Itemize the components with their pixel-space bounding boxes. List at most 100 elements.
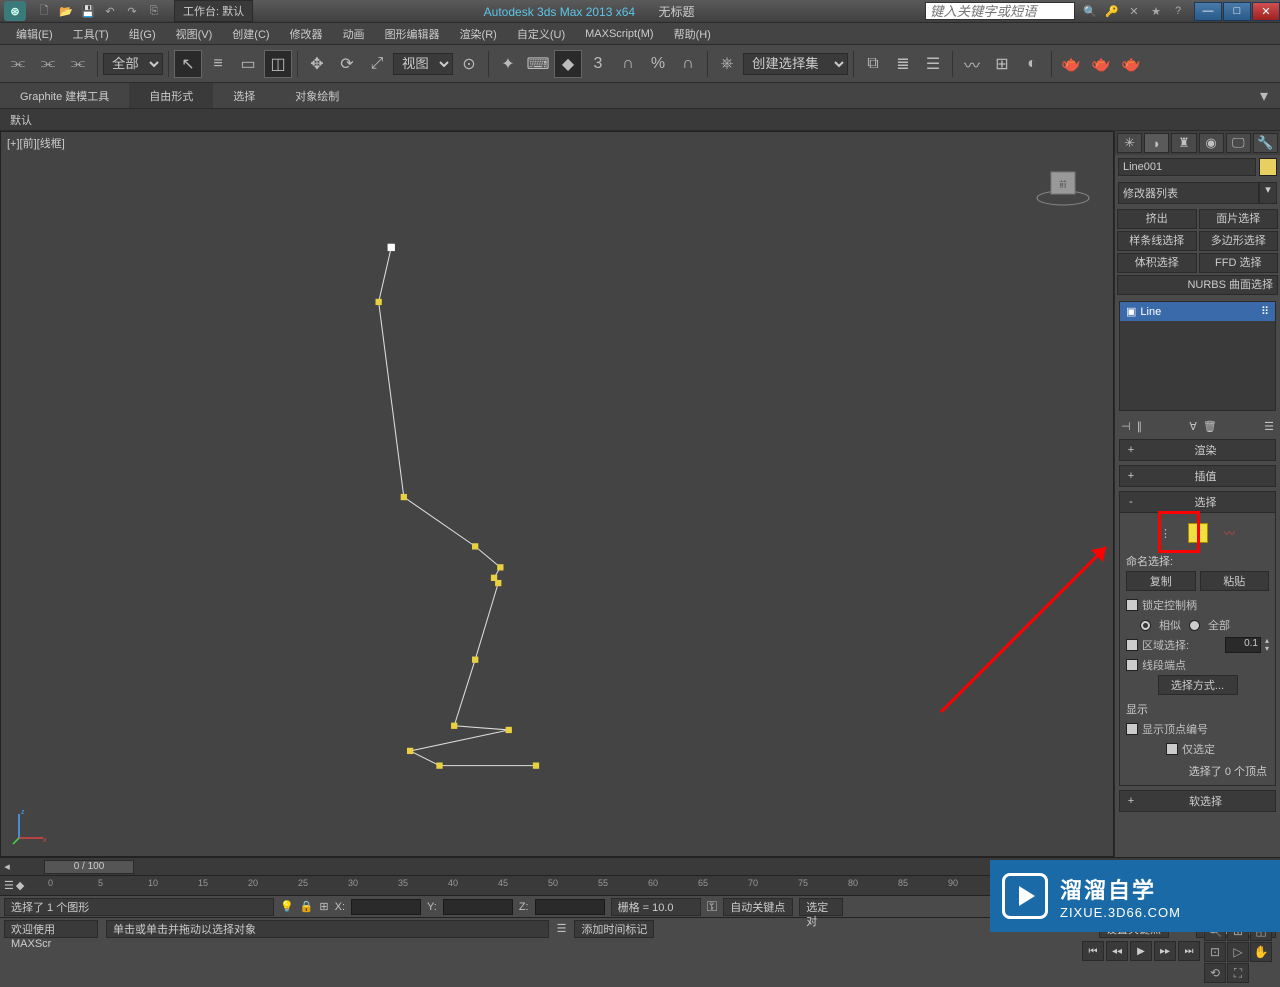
segment-subobj-icon[interactable]: ⋰ — [1188, 523, 1208, 543]
selection-filter-dropdown[interactable]: 全部 — [103, 53, 163, 75]
play-icon[interactable]: ▶ — [1130, 941, 1152, 961]
mod-patchsel[interactable]: 面片选择 — [1199, 209, 1279, 229]
curve-editor-icon[interactable]: 〰 — [958, 50, 986, 78]
rollout-header-interp[interactable]: +插值 — [1119, 465, 1276, 487]
help-icon[interactable]: ? — [1169, 3, 1187, 19]
maximize-button[interactable]: □ — [1223, 2, 1251, 21]
area-select-checkbox[interactable] — [1126, 639, 1138, 651]
pivot-icon[interactable]: ⊙ — [455, 50, 483, 78]
project-icon[interactable]: ⎘ — [144, 2, 164, 20]
rotate-icon[interactable]: ⟳ — [333, 50, 361, 78]
spinner-snap-icon[interactable]: % — [644, 50, 672, 78]
menu-edit[interactable]: 编辑(E) — [6, 23, 63, 45]
ribbon-tab-freeform[interactable]: 自由形式 — [129, 83, 213, 108]
move-icon[interactable]: ✥ — [303, 50, 331, 78]
menu-group[interactable]: 组(G) — [119, 23, 166, 45]
pan-icon[interactable]: ✋ — [1250, 942, 1272, 962]
show-vertnum-checkbox[interactable] — [1126, 723, 1138, 735]
add-time-tag[interactable]: 添加时间标记 — [574, 920, 654, 938]
menu-customize[interactable]: 自定义(U) — [507, 23, 575, 45]
ref-coord-dropdown[interactable]: 视图 — [393, 53, 453, 75]
rollout-header-render[interactable]: +渲染 — [1119, 439, 1276, 461]
trackbar-keys-icon[interactable]: ◆ — [16, 879, 24, 892]
exchange-icon[interactable]: ✕ — [1125, 3, 1143, 19]
render-setup-icon[interactable]: 🫖 — [1057, 50, 1085, 78]
menu-tools[interactable]: 工具(T) — [63, 23, 119, 45]
selset-mode[interactable]: 选定对 — [799, 898, 843, 916]
open-icon[interactable]: 📂 — [56, 2, 76, 20]
mod-polysel[interactable]: 多边形选择 — [1199, 231, 1279, 251]
select-region-rect-icon[interactable]: ▭ — [234, 50, 262, 78]
maximize-viewport-icon[interactable]: ⛶ — [1227, 963, 1249, 983]
viewcube[interactable]: 前 — [1033, 162, 1093, 206]
configure-sets-icon[interactable]: ☰ — [1264, 420, 1274, 433]
search-input[interactable] — [925, 2, 1075, 20]
undo-icon[interactable]: ↶ — [100, 2, 120, 20]
render-icon[interactable]: 🫖 — [1117, 50, 1145, 78]
search-icon[interactable]: 🔍 — [1081, 3, 1099, 19]
link-icon[interactable]: ⫘ — [4, 50, 32, 78]
mod-nurbssel[interactable]: NURBS 曲面选择 — [1117, 275, 1278, 295]
mod-extrude[interactable]: 挤出 — [1117, 209, 1197, 229]
object-color-swatch[interactable] — [1259, 158, 1277, 176]
autokey-button[interactable]: 自动关键点 — [723, 898, 793, 916]
stack-item-line[interactable]: ▣ Line ⠿ — [1120, 302, 1275, 321]
minimize-button[interactable]: — — [1194, 2, 1222, 21]
dropdown-arrow-icon[interactable]: ▾ — [1259, 182, 1277, 204]
new-icon[interactable]: 🗋 — [34, 2, 54, 20]
only-selected-checkbox[interactable] — [1166, 743, 1178, 755]
trackbar-toggle-icon[interactable]: ☰ — [4, 879, 14, 892]
select-window-crossing-icon[interactable]: ◫ — [264, 50, 292, 78]
manipulate-icon[interactable]: ✦ — [494, 50, 522, 78]
spline-subobj-icon[interactable]: 〰 — [1220, 523, 1240, 543]
ribbon-tab-selection[interactable]: 选择 — [213, 83, 275, 108]
spinner-arrows-icon[interactable]: ▴▾ — [1265, 637, 1269, 653]
area-select-spinner[interactable]: 0.1 — [1225, 637, 1261, 653]
favorite-icon[interactable]: ★ — [1147, 3, 1165, 19]
menu-modifiers[interactable]: 修改器 — [280, 23, 333, 45]
segend-checkbox[interactable] — [1126, 659, 1138, 671]
sel-lock-icon[interactable]: 🔒 — [300, 900, 314, 913]
lock-handles-checkbox[interactable] — [1126, 599, 1138, 611]
render-frame-icon[interactable]: 🫖 — [1087, 50, 1115, 78]
zoom-extents-all-icon[interactable]: ⊡ — [1204, 942, 1226, 962]
snap-toggle-icon[interactable]: ◆ — [554, 50, 582, 78]
goto-start-icon[interactable]: ⏮ — [1082, 941, 1104, 961]
paste-button[interactable]: 粘贴 — [1200, 571, 1270, 591]
make-unique-icon[interactable]: ∀ — [1189, 420, 1197, 433]
key-icon[interactable]: ⚿ — [707, 898, 718, 915]
ribbon-tab-objectpaint[interactable]: 对象绘制 — [275, 83, 359, 108]
save-icon[interactable]: 💾 — [78, 2, 98, 20]
named-selset-dropdown[interactable]: 创建选择集 — [743, 53, 848, 75]
percent-snap-icon[interactable]: ∩ — [614, 50, 642, 78]
redo-icon[interactable]: ↷ — [122, 2, 142, 20]
layers-icon[interactable]: ☰ — [919, 50, 947, 78]
orbit-icon[interactable]: ⟲ — [1204, 963, 1226, 983]
pin-stack-icon[interactable]: ⊣ — [1121, 420, 1131, 433]
unlink-icon[interactable]: ⫘ — [34, 50, 62, 78]
cmd-tab-display[interactable]: 🖵 — [1226, 133, 1251, 153]
menu-maxscript[interactable]: MAXScript(M) — [575, 25, 663, 43]
close-button[interactable]: ✕ — [1252, 2, 1280, 21]
x-coord-input[interactable] — [351, 899, 421, 915]
time-slider-left-icon[interactable]: ◂ — [0, 860, 14, 873]
time-slider[interactable]: 0 / 100 — [44, 860, 134, 874]
y-coord-input[interactable] — [443, 899, 513, 915]
copy-button[interactable]: 复制 — [1126, 571, 1196, 591]
schematic-view-icon[interactable]: ⊞ — [988, 50, 1016, 78]
menu-animation[interactable]: 动画 — [333, 23, 375, 45]
menu-rendering[interactable]: 渲染(R) — [450, 23, 507, 45]
rollout-header-softsel[interactable]: +软选择 — [1119, 790, 1276, 812]
material-editor-icon[interactable]: ◐ — [1018, 50, 1046, 78]
edged-faces-icon[interactable]: ∩ — [674, 50, 702, 78]
bind-icon[interactable]: ⫘ — [64, 50, 92, 78]
menu-grapheditors[interactable]: 图形编辑器 — [375, 23, 450, 45]
rollout-header-select[interactable]: -选择 — [1119, 491, 1276, 513]
angle-snap-icon[interactable]: 3 — [584, 50, 612, 78]
prev-frame-icon[interactable]: ◂◂ — [1106, 941, 1128, 961]
mirror-icon[interactable]: ⧉ — [859, 50, 887, 78]
menu-view[interactable]: 视图(V) — [166, 23, 223, 45]
align-icon[interactable]: ≣ — [889, 50, 917, 78]
cmd-tab-modify[interactable]: ◗ — [1144, 133, 1169, 153]
mod-ffdsel[interactable]: FFD 选择 — [1199, 253, 1279, 273]
